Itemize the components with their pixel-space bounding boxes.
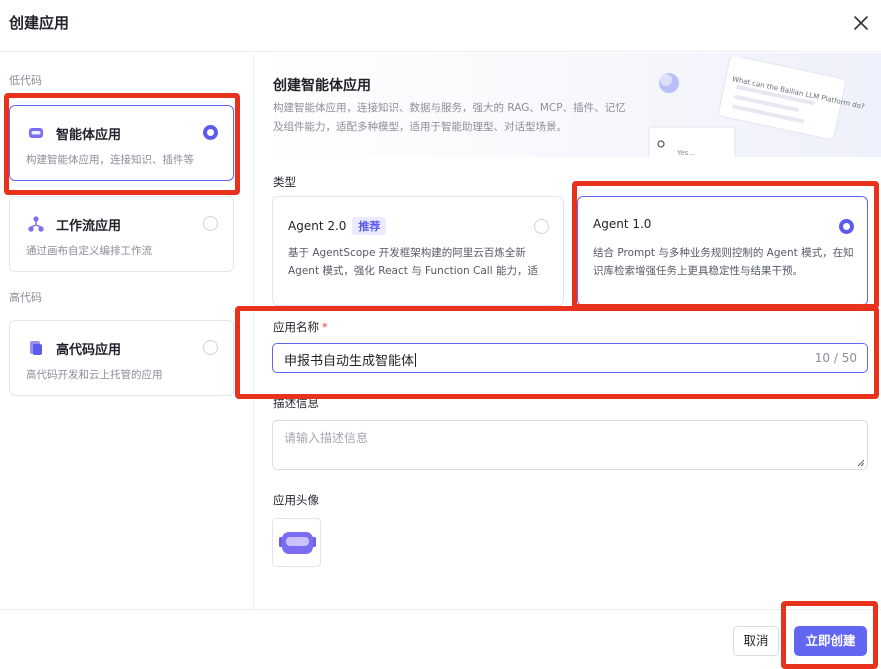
app-name-label-text: 应用名称 — [273, 320, 319, 334]
illustration-small-text: Yes... — [677, 149, 695, 157]
type-label: 类型 — [273, 175, 296, 189]
radio-agent-2[interactable] — [534, 219, 549, 234]
group-label-high-code: 高代码 — [9, 291, 42, 304]
banner-title: 创建智能体应用 — [273, 78, 371, 94]
radio-high-code-app[interactable] — [203, 340, 218, 355]
banner-illustration: What can the Bailian LLM Platform do? Ye… — [635, 55, 881, 168]
banner-desc: 构建智能体应用，连接知识、数据与服务，强大的 RAG、MCP、插件、记忆及组件能… — [273, 102, 626, 133]
option-title: Agent 1.0 — [593, 217, 652, 231]
agent-app-icon — [27, 124, 45, 142]
workflow-icon — [27, 215, 45, 233]
resize-grip-icon[interactable] — [857, 459, 865, 467]
radio-workflow-app[interactable] — [203, 216, 218, 231]
card-workflow-app[interactable]: 工作流应用 通过画布自定义编排工作流 — [9, 196, 234, 272]
avatar-label: 应用头像 — [273, 493, 319, 507]
option-desc: 基于 AgentScope 开发框架构建的阿里云百炼全新 Agent 模式，强化… — [288, 247, 538, 277]
radio-agent-app[interactable] — [203, 125, 218, 140]
close-icon[interactable] — [850, 12, 872, 34]
dialog-footer: 取消 立即创建 — [0, 609, 881, 669]
app-type-sidebar: 低代码 智能体应用 构建智能体应用，连接知识、插件等 工作流应用 通过画布自定义… — [0, 53, 254, 609]
app-name-label: 应用名称 * — [273, 319, 328, 335]
description-textarea[interactable]: 请输入描述信息 — [272, 420, 868, 470]
cancel-button[interactable]: 取消 — [733, 626, 779, 656]
dialog-title: 创建应用 — [9, 14, 70, 32]
robot-avatar-icon — [279, 532, 316, 554]
intro-banner: 创建智能体应用 构建智能体应用，连接知识、数据与服务，强大的 RAG、MCP、插… — [255, 53, 881, 168]
type-option-agent-2[interactable]: Agent 2.0 推荐 基于 AgentScope 开发框架构建的阿里云百炼全新… — [272, 196, 564, 306]
card-title: 高代码应用 — [56, 343, 122, 358]
card-title: 智能体应用 — [56, 128, 122, 143]
create-now-button[interactable]: 立即创建 — [794, 626, 867, 656]
card-desc: 高代码开发和云上托管的应用 — [26, 369, 163, 381]
app-name-input[interactable]: 申报书自动生成智能体 10 / 50 — [272, 343, 868, 373]
group-label-low-code: 低代码 — [9, 74, 42, 87]
app-avatar-picker[interactable] — [272, 518, 321, 567]
required-mark: * — [322, 320, 328, 334]
text-caret — [415, 353, 417, 367]
option-desc: 结合 Prompt 与多种业务规则控制的 Agent 模式，在知识库检索增强任务… — [593, 247, 854, 277]
app-name-value: 申报书自动生成智能体 — [284, 354, 415, 369]
card-agent-app[interactable]: 智能体应用 构建智能体应用，连接知识、插件等 — [9, 105, 234, 181]
type-option-agent-1[interactable]: Agent 1.0 结合 Prompt 与多种业务规则控制的 Agent 模式，… — [577, 196, 868, 306]
char-count: 10 / 50 — [814, 351, 857, 365]
card-desc: 通过画布自定义编排工作流 — [26, 245, 152, 257]
card-high-code-app[interactable]: 高代码应用 高代码开发和云上托管的应用 — [9, 320, 234, 396]
radio-agent-1[interactable] — [839, 219, 854, 234]
code-app-icon — [27, 339, 45, 357]
main-form: 创建智能体应用 构建智能体应用，连接知识、数据与服务，强大的 RAG、MCP、插… — [255, 53, 881, 609]
description-placeholder: 请输入描述信息 — [284, 431, 369, 445]
dialog-header: 创建应用 — [0, 0, 881, 52]
card-desc: 构建智能体应用，连接知识、插件等 — [26, 154, 194, 166]
card-title: 工作流应用 — [56, 219, 122, 234]
description-label: 描述信息 — [273, 396, 319, 410]
recommend-badge: 推荐 — [352, 217, 387, 235]
option-title: Agent 2.0 — [288, 219, 347, 233]
